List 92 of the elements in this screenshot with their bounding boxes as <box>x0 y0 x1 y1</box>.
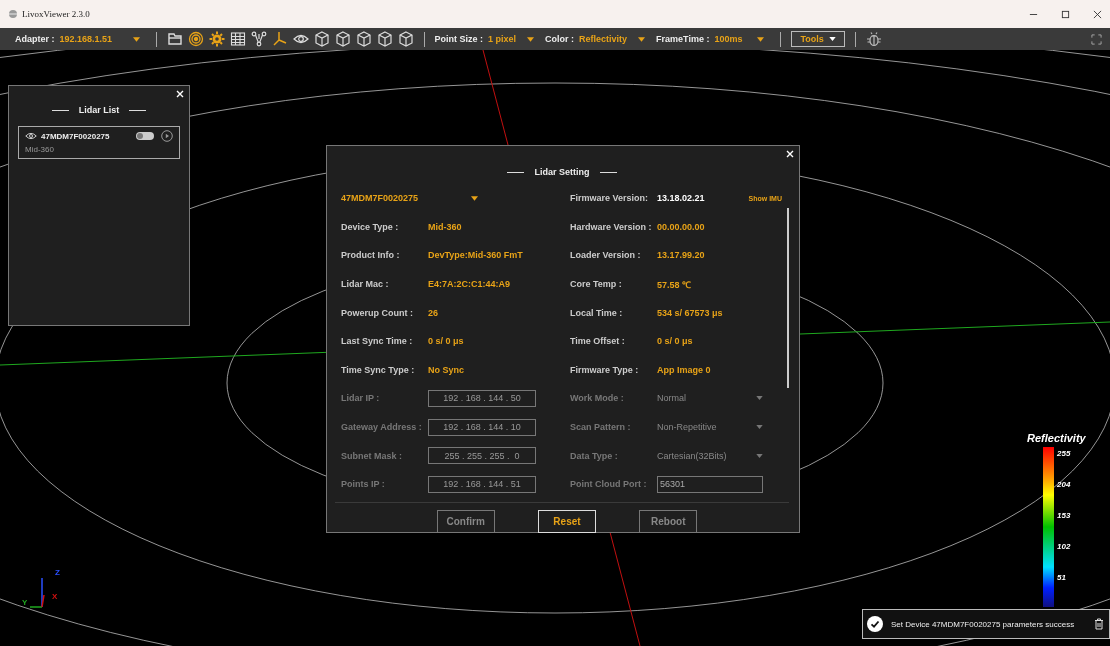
scale-tick-label: 102 <box>1057 542 1071 553</box>
table-icon[interactable] <box>229 31 246 47</box>
toast-message: Set Device 47MDM7F0020275 parameters success <box>891 619 1076 629</box>
app-icon <box>8 9 18 19</box>
field-label: Point Cloud Port : <box>570 479 648 490</box>
field-label: Hardware Version : <box>570 221 653 232</box>
check-icon <box>867 616 883 632</box>
field-value: 57.58 ℃ <box>657 278 692 291</box>
field-label: Powerup Count : <box>341 307 414 318</box>
field-label: Time Offset : <box>570 336 626 347</box>
point-size-dropdown[interactable]: 1 pixel <box>488 34 517 44</box>
frame-time-label: FrameTime : <box>656 34 710 44</box>
play-icon[interactable] <box>161 130 173 142</box>
cube-icon[interactable] <box>313 31 330 47</box>
field-label: Firmware Version: <box>570 193 650 204</box>
bug-icon[interactable] <box>865 31 882 47</box>
field-value: 13.18.02.21 <box>657 193 705 204</box>
field-value: No Sync <box>428 364 464 375</box>
adapter-dropdown[interactable]: 192.168.1.51 <box>59 34 122 44</box>
field-value: 00.00.00.00 <box>657 221 705 232</box>
field-label: Scan Pattern : <box>570 422 632 433</box>
field-label: Points IP : <box>341 479 386 490</box>
field-label: Device Type : <box>341 221 400 232</box>
graph-icon[interactable] <box>250 31 267 47</box>
field-label: Data Type : <box>570 450 619 461</box>
caret-icon[interactable] <box>471 195 478 201</box>
field-label: Loader Version : <box>570 250 642 261</box>
axis-label: Z <box>55 568 60 577</box>
field-value: 0 s/ 0 μs <box>657 336 693 347</box>
dialog-button[interactable]: Reset <box>538 510 596 533</box>
caret-icon[interactable] <box>757 36 765 42</box>
axis-label: X <box>52 592 58 601</box>
field-label: Lidar IP : <box>341 393 381 404</box>
dialog-title: Lidar Setting <box>534 167 590 177</box>
field-label: Firmware Type : <box>570 364 640 375</box>
device-card[interactable]: 47MDM7F0020275 Mid-360 <box>18 126 180 159</box>
radar-icon[interactable] <box>187 31 204 47</box>
field-value: App Image 0 <box>657 364 711 375</box>
scale-tick-label: 255 <box>1057 449 1071 460</box>
field-value: 534 s/ 67573 μs <box>657 307 723 318</box>
toggle-switch[interactable] <box>136 132 154 140</box>
dialog-button[interactable]: Confirm <box>436 510 495 533</box>
window-title: LivoxViewer 2.3.0 <box>22 9 90 19</box>
cube-icon[interactable] <box>376 31 393 47</box>
device-dropdown[interactable]: 47MDM7F0020275 <box>341 193 465 204</box>
scale-tick-label: 204 <box>1057 480 1071 491</box>
cube-icon[interactable] <box>355 31 372 47</box>
field-label: Last Sync Time : <box>341 336 414 347</box>
field-label: Gateway Address : <box>341 422 423 433</box>
field-value: 26 <box>428 307 438 318</box>
fullscreen-icon[interactable] <box>1091 33 1102 45</box>
caret-icon[interactable] <box>527 36 535 42</box>
axis-label: Y <box>22 598 28 607</box>
tools-button[interactable]: Tools <box>791 31 845 47</box>
axis-gizmo-drawing <box>30 578 45 608</box>
field-value: 0 s/ 0 μs <box>428 336 464 347</box>
field-label: Work Mode : <box>570 393 625 404</box>
device-model: Mid-360 <box>25 145 55 154</box>
scrollbar[interactable] <box>787 208 789 388</box>
field-value: 13.17.99.20 <box>657 250 705 261</box>
folder-icon[interactable] <box>166 31 183 47</box>
field-value: E4:7A:2C:C1:44:A9 <box>428 279 511 290</box>
caret-icon[interactable] <box>132 36 140 42</box>
field-label: Product Info : <box>341 250 401 261</box>
trash-icon[interactable] <box>1094 618 1104 630</box>
scale-tick-label: 51 <box>1057 573 1067 584</box>
gear-icon[interactable] <box>208 31 225 47</box>
point-size-label: Point Size : <box>434 34 484 44</box>
dialog-button[interactable]: Reboot <box>639 510 698 533</box>
scale-tick-label: 153 <box>1057 511 1071 522</box>
maximize-icon[interactable] <box>1061 9 1070 19</box>
device-id: 47MDM7F0020275 <box>41 131 110 141</box>
cube-icon[interactable] <box>397 31 414 47</box>
frame-time-dropdown[interactable]: 100ms <box>714 34 747 44</box>
caret-icon[interactable] <box>638 36 646 42</box>
eye-icon[interactable] <box>25 132 37 140</box>
field-label: Lidar Mac : <box>341 279 390 290</box>
field-value: DevType:Mid-360 FmT <box>428 250 523 261</box>
field-label: Time Sync Type : <box>341 364 416 375</box>
axes-icon[interactable] <box>271 31 288 47</box>
field-label: Core Temp : <box>570 279 623 290</box>
legend-title: Reflectivity <box>1027 432 1086 444</box>
cube-icon[interactable] <box>334 31 351 47</box>
color-dropdown[interactable]: Reflectivity <box>579 34 628 44</box>
field-label: Subnet Mask : <box>341 450 403 461</box>
caret-icon[interactable] <box>828 37 836 41</box>
panel-title: Lidar List <box>78 105 120 115</box>
color-label: Color : <box>545 34 575 44</box>
field-label: Local Time : <box>570 307 624 318</box>
adapter-label: Adapter : <box>15 34 55 44</box>
field-value: Mid-360 <box>428 221 462 232</box>
close-icon[interactable] <box>1093 9 1102 19</box>
